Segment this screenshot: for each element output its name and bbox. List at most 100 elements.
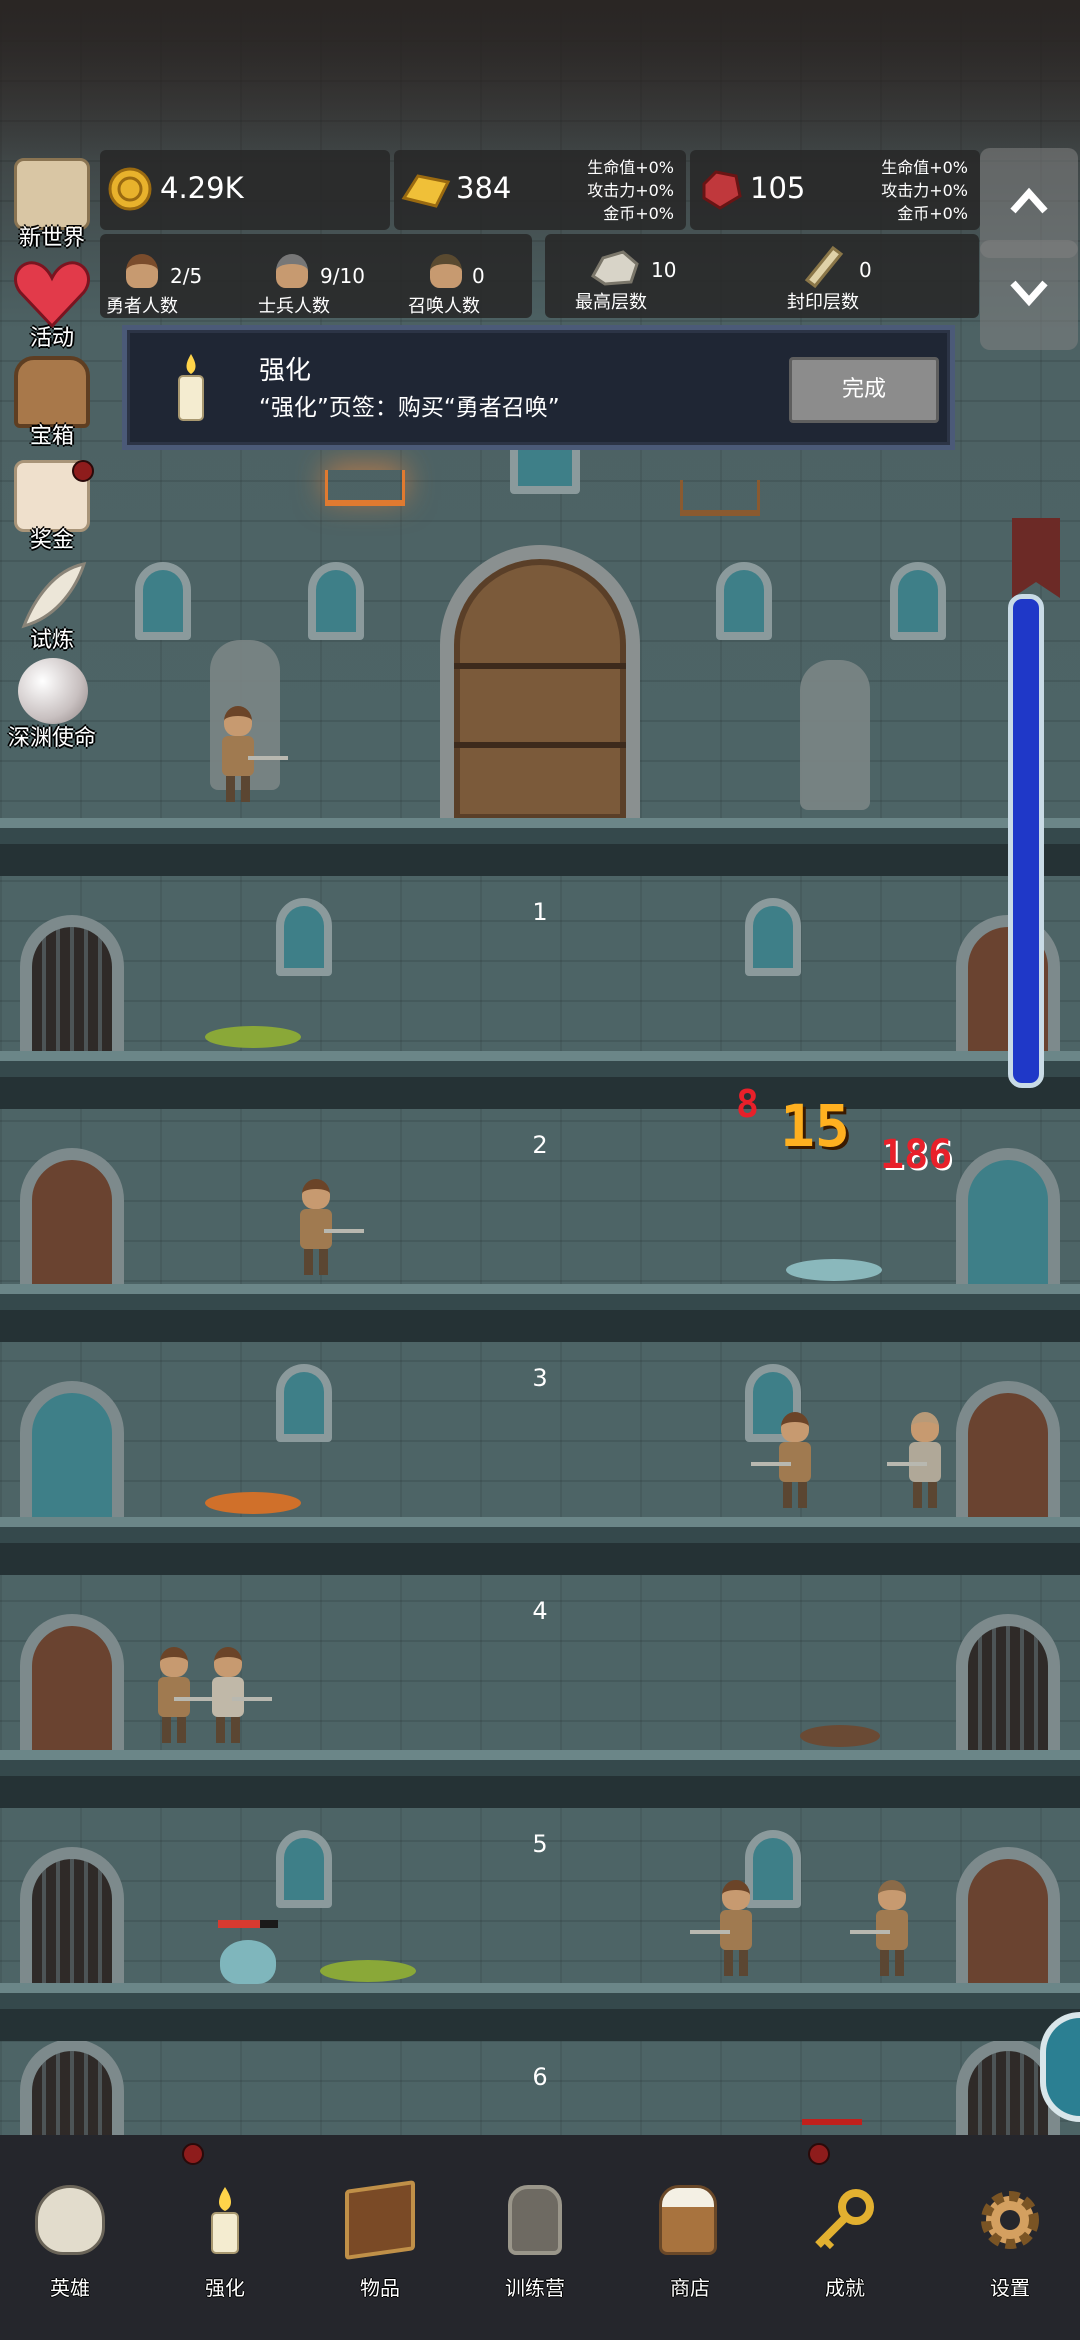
cell-door xyxy=(20,1381,124,1517)
stone-icon xyxy=(591,250,639,286)
cell-door xyxy=(956,1847,1060,1983)
nav-shop[interactable]: 商店 xyxy=(635,2135,745,2300)
scroll-down-button[interactable] xyxy=(980,240,1078,350)
chandelier-lit xyxy=(325,470,405,506)
side-menu-label: 宝箱 xyxy=(29,424,74,449)
side-menu-abyss-mission[interactable]: 深渊使命 xyxy=(4,658,100,754)
hero-count: 2/5 xyxy=(170,264,203,288)
nav-label: 商店 xyxy=(670,2276,710,2300)
nav-heroes[interactable]: 英雄 xyxy=(15,2135,125,2300)
ruby-icon xyxy=(702,170,742,210)
chandelier xyxy=(680,480,760,516)
gold-coin-icon xyxy=(108,167,152,211)
ruby-panel: 105 生命值+0% 攻击力+0% 金币+0% xyxy=(690,150,980,230)
summon-count: 0 xyxy=(472,264,485,288)
floor-ledge xyxy=(0,1051,1080,1109)
gold-bar-value: 384 xyxy=(456,171,512,205)
slime-enemy[interactable] xyxy=(220,1940,276,1984)
side-menu-label: 深渊使命 xyxy=(7,726,96,751)
hero-character[interactable] xyxy=(154,1647,214,1743)
hero-character[interactable] xyxy=(218,706,288,802)
cell-door xyxy=(20,915,124,1051)
floor-number: 4 xyxy=(532,1597,548,1625)
beer-mug-icon xyxy=(659,2185,717,2255)
hero-character[interactable] xyxy=(690,1880,756,1976)
bonus-hp: 生命值+0% xyxy=(881,158,968,177)
floor-ledge xyxy=(0,818,1080,876)
hero-character[interactable] xyxy=(208,1647,272,1743)
hero-character[interactable] xyxy=(850,1880,912,1976)
hall-window xyxy=(890,562,946,640)
floor-number: 1 xyxy=(532,898,548,926)
cell-door xyxy=(956,1381,1060,1517)
bonus-attack: 攻击力+0% xyxy=(587,181,674,200)
bonus-hp: 生命值+0% xyxy=(587,158,674,177)
hero-character[interactable] xyxy=(751,1412,815,1508)
pearl-icon xyxy=(18,658,88,724)
floor-number: 5 xyxy=(532,1830,548,1858)
notification-dot xyxy=(182,2143,204,2165)
floor-6: 6 xyxy=(0,2041,1080,2135)
floor-4: 4 xyxy=(0,1575,1080,1750)
hero-character[interactable] xyxy=(887,1412,945,1508)
gold-value: 4.29K xyxy=(160,171,244,205)
bottom-nav: 英雄 强化 物品 训练营 商店 成就 设置 xyxy=(0,2119,1080,2340)
quest-banner[interactable]: 强化 “强化”页签：购买“勇者召唤” 完成 xyxy=(122,325,955,450)
side-menu-trial[interactable]: 试炼 xyxy=(4,560,100,656)
ruby-bonus: 生命值+0% 攻击力+0% 金币+0% xyxy=(838,156,968,225)
knight-statue xyxy=(800,660,870,810)
gold-bar-bonus: 生命值+0% 攻击力+0% 金币+0% xyxy=(544,156,674,225)
notification-dot xyxy=(72,460,94,482)
highest-floor-value: 10 xyxy=(651,258,677,282)
dungeon-scene: 1 2 3 4 5 6 8 15 186 xyxy=(0,0,1080,2135)
floor-ledge xyxy=(0,1284,1080,1342)
green-slime-puddle xyxy=(205,1026,301,1048)
floor-scrollbar[interactable] xyxy=(1008,594,1044,1088)
quest-title: 强化 xyxy=(259,356,312,386)
side-menu-label: 试炼 xyxy=(29,628,74,653)
floor-stats-panel: 10 最高层数 0 封印层数 xyxy=(545,234,979,318)
nav-label: 训练营 xyxy=(505,2276,565,2300)
side-menu-event[interactable]: 活动 xyxy=(4,258,100,354)
lantern-icon xyxy=(508,2185,562,2255)
nav-achievements[interactable]: 成就 xyxy=(790,2119,900,2300)
side-menu-chest[interactable]: 宝箱 xyxy=(4,356,100,452)
floor-ledge xyxy=(0,1983,1080,2041)
bonus-gold: 金币+0% xyxy=(603,204,674,223)
soldier-avatar-icon xyxy=(276,254,308,288)
hero-avatar-icon xyxy=(126,254,158,288)
key-icon xyxy=(815,2189,874,2250)
floor-window xyxy=(276,1364,332,1442)
side-menu-label: 奖金 xyxy=(29,528,74,553)
enemy-hp-bar xyxy=(218,1920,278,1928)
nav-settings[interactable]: 设置 xyxy=(955,2135,1065,2300)
floor-window xyxy=(745,898,801,976)
chevron-down-icon xyxy=(1010,280,1048,307)
floor-1: 1 xyxy=(0,876,1080,1051)
damage-number: 186 xyxy=(880,1132,953,1178)
damage-number: 8 xyxy=(736,1082,759,1126)
side-menu-new-world[interactable]: 新世界 xyxy=(4,158,100,254)
soldier-count-label: 士兵人数 xyxy=(258,296,330,317)
gold-bar-panel: 384 生命值+0% 攻击力+0% 金币+0% xyxy=(394,150,686,230)
nav-label: 成就 xyxy=(825,2276,865,2300)
quest-description: “强化”页签：购买“勇者召唤” xyxy=(259,395,560,421)
nav-upgrade[interactable]: 强化 xyxy=(170,2135,280,2300)
summon-count-label: 召唤人数 xyxy=(408,296,480,317)
floor-number: 3 xyxy=(532,1364,548,1392)
hall-window xyxy=(716,562,772,640)
nav-label: 设置 xyxy=(990,2276,1030,2300)
damage-number: 15 xyxy=(780,1092,850,1160)
bonus-gold: 金币+0% xyxy=(897,204,968,223)
unit-stats-panel: 2/5 勇者人数 9/10 士兵人数 0 召唤人数 xyxy=(100,234,532,318)
ceiling-shadow xyxy=(0,0,1080,160)
cell-door xyxy=(20,1614,124,1750)
nav-training-camp[interactable]: 训练营 xyxy=(480,2135,590,2300)
gold-bar-icon xyxy=(401,174,451,208)
hero-character[interactable] xyxy=(296,1179,364,1275)
side-menu-bonus[interactable]: 奖金 xyxy=(4,460,100,556)
nav-items[interactable]: 物品 xyxy=(325,2135,435,2300)
quest-complete-button[interactable]: 完成 xyxy=(789,357,939,423)
book-icon xyxy=(345,2180,415,2260)
gold-panel: 4.29K xyxy=(100,150,390,230)
